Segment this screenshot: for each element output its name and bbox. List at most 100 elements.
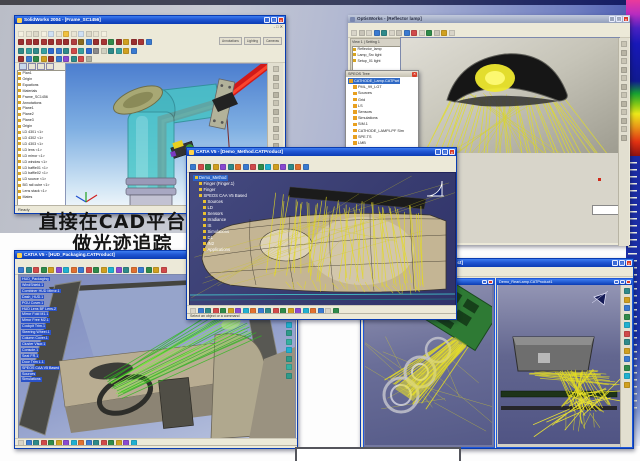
toolbar-icon[interactable] [396,30,402,36]
minimize-button[interactable]: _ [609,16,615,22]
close-button[interactable]: ✕ [626,260,632,266]
minimize-button[interactable]: _ [435,149,441,155]
toolbar-icon[interactable] [426,30,432,36]
toolbar-icon[interactable] [71,267,77,273]
palette-tree[interactable]: CATHODE_Lamp.CATPartPML_99_LGTSourcesGri… [348,78,416,148]
tree-item[interactable]: Cockpit Trim.1 [21,324,46,328]
toolbar-icon[interactable] [78,267,84,273]
toolbar-icon[interactable] [624,288,630,294]
toolbar-icon[interactable] [63,48,69,54]
toolbar-icon[interactable] [621,101,627,107]
toolbar-icon[interactable] [86,56,92,62]
toolbar-icon[interactable] [41,39,47,45]
demo-spec-tree[interactable]: Demo_MethodFinger (Finger.1)FingerSPEOS … [193,175,247,253]
toolbar-icon[interactable] [624,348,630,354]
toolbar-icon[interactable] [621,109,627,115]
close-button[interactable] [626,280,631,285]
optis-viewport[interactable] [400,37,620,154]
toolbar-icon[interactable] [220,164,226,170]
tree-item[interactable]: Sources [21,372,36,376]
toolbar-icon[interactable] [449,30,455,36]
maximize-button[interactable]: □ [616,16,622,22]
toolbar-icon[interactable] [621,135,627,141]
toolbar-icon[interactable] [198,164,204,170]
toolbar-icon[interactable] [63,267,69,273]
solidworks-toolbar-4[interactable] [15,55,285,63]
toolbar-icon[interactable] [26,267,32,273]
toolbar-icon[interactable] [71,56,77,62]
toolbar-icon[interactable] [265,164,271,170]
tree-item[interactable]: Mirror Fold M1.1 [21,312,49,316]
toolbar-icon[interactable] [86,48,92,54]
toolbar-icon[interactable] [419,30,425,36]
solidworks-titlebar[interactable]: SolidWorks 2004 - [Frame_SC1456] [15,16,285,24]
toolbar-icon[interactable] [621,126,627,132]
command-button[interactable]: Lighting [244,37,261,45]
tree-item[interactable]: SPEOS CAA V5 Based [21,366,60,370]
toolbar-icon[interactable] [48,48,54,54]
toolbar-icon[interactable] [286,339,292,345]
toolbar-icon[interactable] [621,118,627,124]
toolbar-icon[interactable] [71,48,77,54]
toolbar-icon[interactable] [621,58,627,64]
toolbar-icon[interactable] [624,331,630,337]
toolbar-icon[interactable] [63,31,69,37]
toolbar-icon[interactable] [116,39,122,45]
minimize-button[interactable] [482,280,487,285]
optis-right-toolbar[interactable] [618,38,629,246]
toolbar-icon[interactable] [624,382,630,388]
toolbar-icon[interactable] [404,30,410,36]
toolbar-icon[interactable] [33,56,39,62]
toolbar-icon[interactable] [18,31,24,37]
toolbar-icon[interactable] [389,30,395,36]
toolbar-icon[interactable] [624,339,630,345]
toolbar-icon[interactable] [48,39,54,45]
value-field[interactable] [592,205,620,215]
tree-item[interactable]: Seat FR.1 [21,354,39,358]
toolbar-icon[interactable] [108,39,114,45]
toolbar-icon[interactable] [71,39,77,45]
toolbar-icon[interactable] [41,31,47,37]
toolbar-icon[interactable] [273,83,279,89]
command-button[interactable]: Annotations [219,37,242,45]
toolbar-icon[interactable] [153,267,159,273]
close-button[interactable]: ✕ [449,149,455,155]
toolbar-icon[interactable] [295,164,301,170]
toolbar-icon[interactable] [86,31,92,37]
toolbar-icon[interactable] [41,56,47,62]
toolbar-icon[interactable] [26,48,32,54]
command-button[interactable]: Cameras [263,37,282,45]
tree-item[interactable]: HUD_Packaging [21,277,50,281]
toolbar-icon[interactable] [123,267,129,273]
toolbar-icon[interactable] [108,48,114,54]
toolbar-icon[interactable] [624,305,630,311]
toolbar-icon[interactable] [621,50,627,56]
toolbar-icon[interactable] [624,322,630,328]
toolbar-icon[interactable] [146,267,152,273]
tree-item[interactable]: Mates [18,195,66,201]
toolbar-icon[interactable] [48,56,54,62]
toolbar-icon[interactable] [273,134,279,140]
toolbar-icon[interactable] [33,267,39,273]
toolbar-icon[interactable] [250,164,256,170]
toolbar-icon[interactable] [26,56,32,62]
toolbar-icon[interactable] [273,100,279,106]
toolbar-icon[interactable] [359,30,365,36]
toolbar-icon[interactable] [273,164,279,170]
toolbar-icon[interactable] [86,267,92,273]
toolbar-icon[interactable] [48,31,54,37]
toolbar-icon[interactable] [26,39,32,45]
toolbar-icon[interactable] [101,267,107,273]
toolbar-icon[interactable] [18,56,24,62]
toolbar-icon[interactable] [374,30,380,36]
toolbar-icon[interactable] [286,322,292,328]
toolbar-icon[interactable] [286,330,292,336]
toolbar-icon[interactable] [228,164,234,170]
toolbar-icon[interactable] [273,109,279,115]
tree-item[interactable]: Setup_01 light [353,59,400,65]
lamp-child-viewport[interactable] [498,285,620,444]
tree-item[interactable]: Door Trim L.1 [21,360,45,364]
tree-item[interactable]: WindShield.1 [21,283,44,287]
toolbar-icon[interactable] [624,297,630,303]
toolbar-icon[interactable] [273,92,279,98]
